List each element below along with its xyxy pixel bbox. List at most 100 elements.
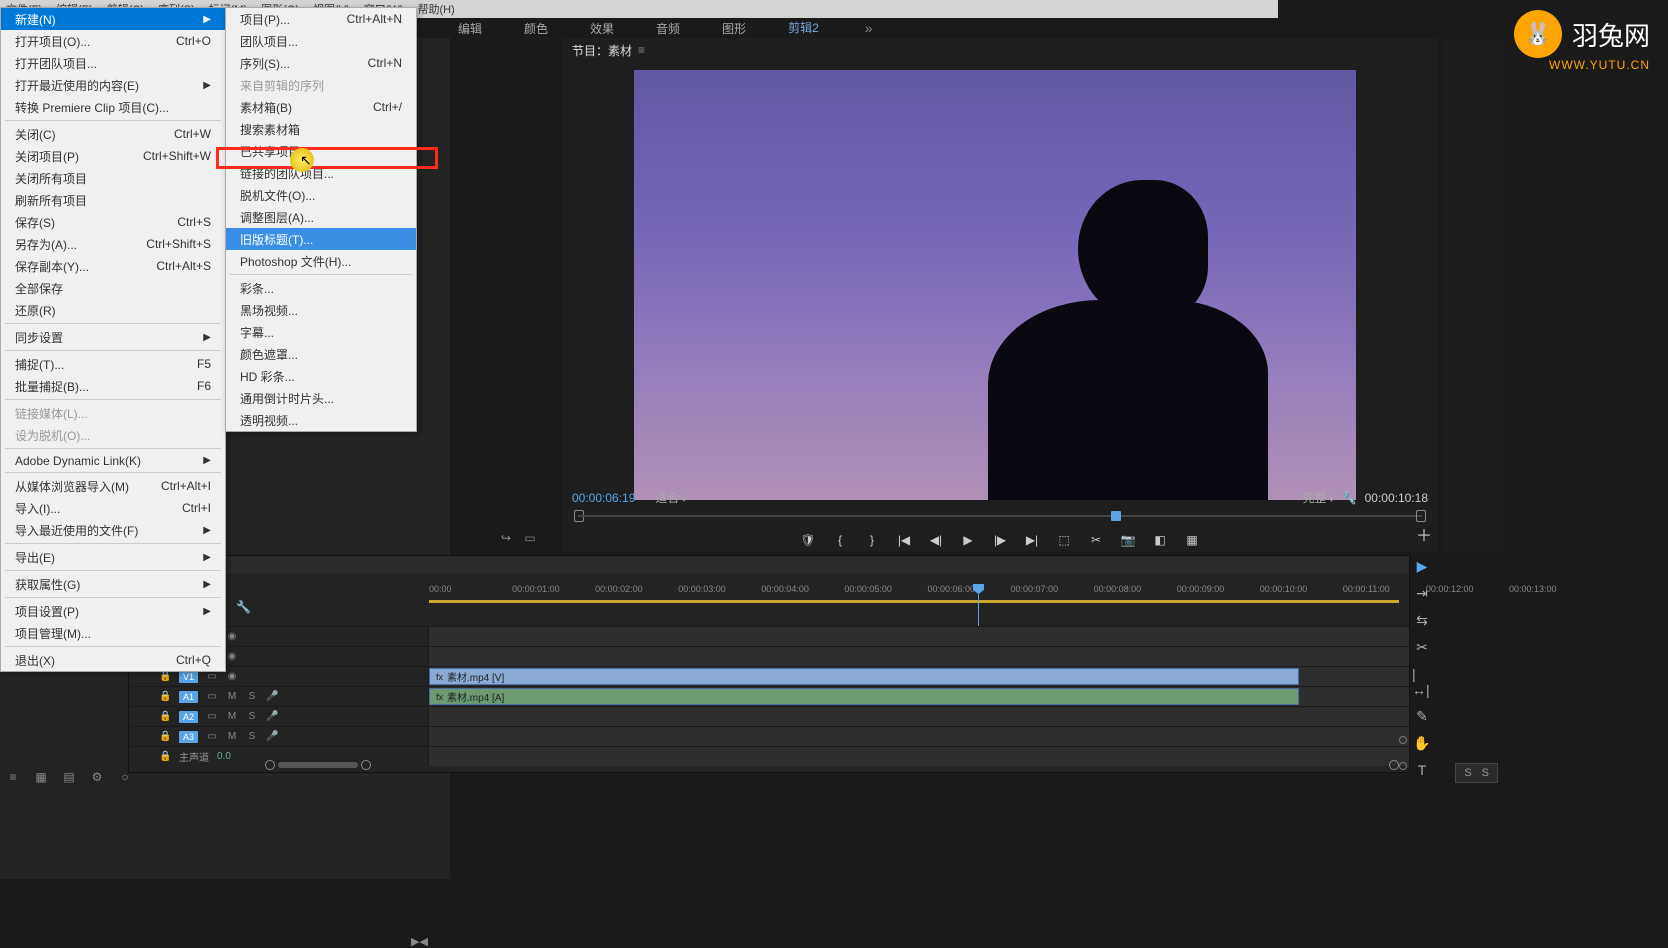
program-video-frame[interactable] <box>634 70 1356 500</box>
scrub-out-handle[interactable] <box>1416 510 1426 522</box>
menu-item[interactable]: 导入最近使用的文件(F)▶ <box>1 519 225 541</box>
submenu-item[interactable]: 脱机文件(O)... <box>226 184 416 206</box>
new-submenu[interactable]: 项目(P)...Ctrl+Alt+N团队项目...序列(S)...Ctrl+N来… <box>225 7 417 432</box>
menu-item[interactable]: 从媒体浏览器导入(M)Ctrl+Alt+I <box>1 475 225 497</box>
sync-lock-icon[interactable]: ▭ <box>206 691 218 702</box>
submenu-item[interactable]: 团队项目... <box>226 30 416 52</box>
hscroll-thumb[interactable] <box>278 762 358 768</box>
sync-lock-icon[interactable]: ▭ <box>206 671 218 682</box>
tab-audio[interactable]: 音频 <box>650 18 686 39</box>
track-label[interactable]: V1 <box>179 671 198 683</box>
menu-item[interactable]: 批量捕捉(B)...F6 <box>1 375 225 397</box>
submenu-item[interactable]: 素材箱(B)Ctrl+/ <box>226 96 416 118</box>
submenu-item[interactable]: 透明视频... <box>226 409 416 431</box>
submenu-item[interactable]: 已共享项目 <box>226 140 416 162</box>
video-clip[interactable]: fx 素材.mp4 [V] <box>429 668 1299 685</box>
submenu-item[interactable]: 字幕... <box>226 321 416 343</box>
mark-out-icon[interactable]: } <box>864 532 880 548</box>
goto-out-icon[interactable]: ▶| <box>1024 532 1040 548</box>
submenu-item[interactable]: HD 彩条... <box>226 365 416 387</box>
menu-item[interactable]: 打开最近使用的内容(E)▶ <box>1 74 225 96</box>
tab-graphics[interactable]: 图形 <box>716 18 752 39</box>
menu-item[interactable]: 获取属性(G)▶ <box>1 573 225 595</box>
sort-icon[interactable]: ⚙ <box>90 770 104 784</box>
icon-view-icon[interactable]: ▦ <box>34 770 48 784</box>
submenu-item[interactable]: 搜索素材箱 <box>226 118 416 140</box>
wrench-icon[interactable]: 🔧 <box>236 600 251 614</box>
slip-tool-icon[interactable]: |↔| <box>1412 666 1432 698</box>
menu-item[interactable]: 打开项目(O)...Ctrl+O <box>1 30 225 52</box>
comparison-view-icon[interactable]: ◧ <box>1152 532 1168 548</box>
sync-lock-icon[interactable]: ▭ <box>206 731 218 742</box>
submenu-item[interactable]: 项目(P)...Ctrl+Alt+N <box>226 8 416 30</box>
file-menu-dropdown[interactable]: 新建(N)▶打开项目(O)...Ctrl+O打开团队项目...打开最近使用的内容… <box>0 7 226 672</box>
submenu-item[interactable]: 调整图层(A)... <box>226 206 416 228</box>
track-select-tool-icon[interactable]: ⇥ <box>1416 585 1428 602</box>
lift-icon[interactable]: ⬚ <box>1056 532 1072 548</box>
menu-item[interactable]: 刷新所有项目 <box>1 189 225 211</box>
program-timecode-current[interactable]: 00:00:06:19 <box>572 491 635 505</box>
tabs-overflow[interactable]: » <box>865 20 873 36</box>
submenu-item[interactable]: 序列(S)...Ctrl+N <box>226 52 416 74</box>
safe-margins-icon[interactable]: ▦ <box>1184 532 1200 548</box>
zoom-fit-select[interactable]: 适合 <box>655 489 686 506</box>
menu-item[interactable]: 新建(N)▶ <box>1 8 225 30</box>
tab-editing2[interactable]: 剪辑2 <box>782 17 825 40</box>
ripple-tool-icon[interactable]: ⇆ <box>1416 612 1428 629</box>
submenu-item[interactable]: 通用倒计时片头... <box>226 387 416 409</box>
playhead-handle[interactable] <box>1111 511 1121 521</box>
mute-icon[interactable]: M <box>226 691 238 702</box>
track-label[interactable]: A3 <box>179 731 198 743</box>
menu-item[interactable]: 捕捉(T)...F5 <box>1 353 225 375</box>
solo-icon[interactable]: S <box>246 731 258 742</box>
audio-clip[interactable]: fx 素材.mp4 [A] <box>429 688 1299 705</box>
menu-item[interactable]: 转换 Premiere Clip 项目(C)... <box>1 96 225 118</box>
play-icon[interactable]: ▶ <box>960 532 976 548</box>
src-overwrite-icon[interactable]: ▭ <box>522 530 538 546</box>
submenu-item[interactable]: 彩条... <box>226 277 416 299</box>
menu-item[interactable]: 还原(R) <box>1 299 225 321</box>
hscroll-left-cap[interactable] <box>265 760 275 770</box>
master-value[interactable]: 0.0 <box>217 751 231 762</box>
menu-item[interactable]: 关闭(C)Ctrl+W <box>1 123 225 145</box>
menu-item[interactable]: 关闭所有项目 <box>1 167 225 189</box>
freeform-view-icon[interactable]: ▤ <box>62 770 76 784</box>
tab-edit[interactable]: 编辑 <box>452 18 488 39</box>
collapse-icon[interactable]: ▶◀ <box>411 935 428 948</box>
list-view-icon[interactable]: ≡ <box>6 770 20 784</box>
hscroll-end-cap[interactable] <box>1389 760 1399 770</box>
export-frame-icon[interactable]: 📷 <box>1120 532 1136 548</box>
solo-icon[interactable]: S <box>246 691 258 702</box>
submenu-item[interactable]: Photoshop 文件(H)... <box>226 250 416 272</box>
eye-icon[interactable]: ◉ <box>226 631 238 642</box>
button-editor-icon[interactable]: ＋ <box>1416 522 1432 546</box>
tab-color[interactable]: 颜色 <box>518 18 554 39</box>
submenu-item[interactable]: 链接的团队项目... <box>226 162 416 184</box>
step-fwd-icon[interactable]: |▶ <box>992 532 1008 548</box>
pen-tool-icon[interactable]: ✎ <box>1416 708 1428 725</box>
menu-item[interactable]: 项目设置(P)▶ <box>1 600 225 622</box>
submenu-item[interactable]: 黑场视频... <box>226 299 416 321</box>
lock-icon[interactable]: 🔒 <box>159 711 171 722</box>
vscroll-handle-bottom[interactable] <box>1399 762 1407 770</box>
time-ruler[interactable]: 00:0000:00:01:0000:00:02:0000:00:03:0000… <box>429 584 1399 608</box>
lock-icon[interactable]: 🔒 <box>159 691 171 702</box>
goto-in-icon[interactable]: |◀ <box>896 532 912 548</box>
menu-item[interactable]: 项目管理(M)... <box>1 622 225 644</box>
menu-item[interactable]: 另存为(A)...Ctrl+Shift+S <box>1 233 225 255</box>
track-label[interactable]: A1 <box>179 691 198 703</box>
solo-icon[interactable]: S <box>246 711 258 722</box>
menu-item[interactable]: 退出(X)Ctrl+Q <box>1 649 225 671</box>
menu-item[interactable]: 打开团队项目... <box>1 52 225 74</box>
menu-help[interactable]: 帮助(H) <box>417 1 454 17</box>
mic-icon[interactable]: 🎤 <box>266 711 278 722</box>
eye-icon[interactable]: ◉ <box>226 651 238 662</box>
menu-item[interactable]: Adobe Dynamic Link(K)▶ <box>1 451 225 470</box>
lock-icon[interactable]: 🔒 <box>159 671 171 682</box>
submenu-item[interactable]: 旧版标题(T)... <box>226 228 416 250</box>
extract-icon[interactable]: ✂ <box>1088 532 1104 548</box>
submenu-item[interactable]: 颜色遮罩... <box>226 343 416 365</box>
mark-in-icon[interactable]: { <box>832 532 848 548</box>
selection-tool-icon[interactable]: ▶ <box>1417 558 1428 575</box>
eye-icon[interactable]: ◉ <box>226 671 238 682</box>
